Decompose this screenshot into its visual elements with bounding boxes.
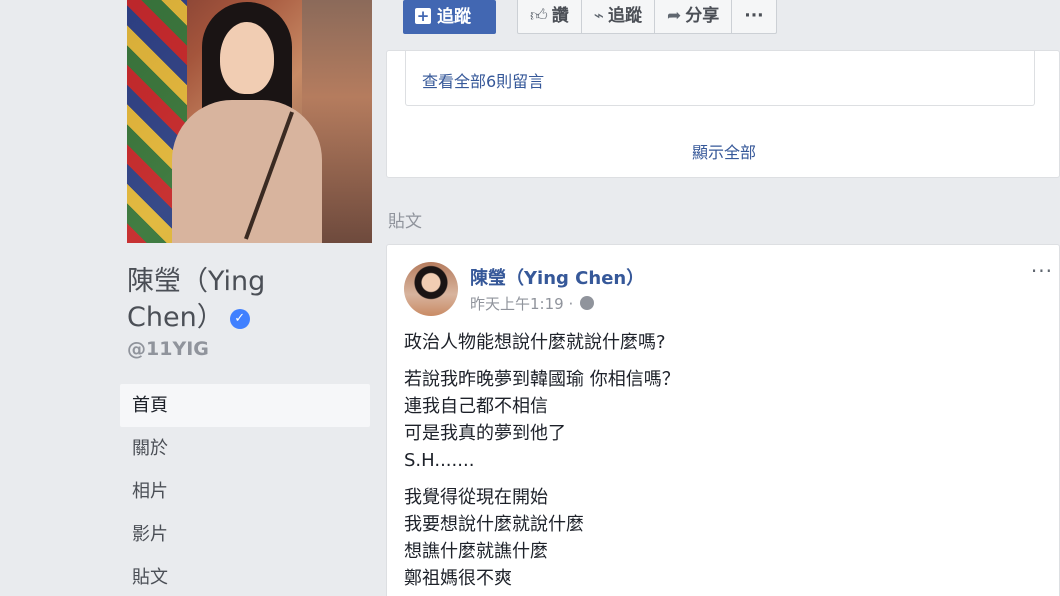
profile-photo[interactable] (127, 0, 372, 243)
post-line: 我要想說什麼就說什麼 (404, 514, 584, 535)
post-line: 連我自己都不相信 (404, 396, 548, 417)
photo-person (172, 0, 322, 243)
page-handle[interactable]: @11YIG (127, 338, 209, 360)
post-author-link[interactable]: 陳瑩（Ying Chen） (470, 264, 644, 290)
like-button[interactable]: 👍︎ 讚 (518, 0, 582, 33)
share-button[interactable]: ➦ 分享 (655, 0, 733, 33)
avatar[interactable] (404, 262, 458, 316)
post-paragraph: 政治人物能想說什麼就說什麼嗎? (404, 329, 1024, 356)
post-paragraph: 我覺得從現在開始 我要想說什麼就說什麼 想譙什麼就譙什麼 鄭祖媽很不爽 (404, 484, 1024, 592)
nav-item-videos[interactable]: 影片 (120, 513, 370, 556)
rss-icon: ⌁ (593, 6, 605, 26)
share-arrow-icon: ➦ (667, 6, 682, 26)
post-line: 若說我昨晚夢到韓國瑜 你相信嗎？ (404, 369, 680, 390)
nav-item-about[interactable]: 關於 (120, 427, 370, 470)
verified-badge-icon: ✓ (229, 309, 250, 329)
nav-item-posts[interactable]: 貼文 (120, 556, 370, 596)
show-all-link[interactable]: 顯示全部 (387, 139, 1060, 163)
follow-primary-button[interactable]: + 追蹤 (403, 0, 496, 34)
view-all-comments-link[interactable]: 查看全部6則留言 (405, 51, 1035, 106)
page-nav: 首頁 關於 相片 影片 貼文 (120, 384, 370, 596)
follow-label: 追蹤 (608, 6, 643, 26)
comments-card: 查看全部6則留言 顯示全部 (386, 50, 1060, 178)
post-line: 想譙什麼就譙什麼 (404, 541, 548, 562)
nav-item-photos[interactable]: 相片 (120, 470, 370, 513)
post-line: 可是我真的夢到他了 (404, 423, 566, 444)
post-card: 陳瑩（Ying Chen） 昨天上午1:19 · ··· 政治人物能想說什麼就說… (386, 244, 1060, 596)
page-title: 陳瑩（Ying Chen） ✓ (127, 264, 357, 336)
post-time: 昨天上午1:19 · (470, 295, 578, 313)
post-options-button[interactable]: ··· (1031, 259, 1053, 283)
nav-item-home[interactable]: 首頁 (120, 384, 370, 427)
globe-icon (580, 296, 594, 310)
follow-primary-label: 追蹤 (437, 7, 471, 27)
post-timestamp[interactable]: 昨天上午1:19 · (470, 293, 594, 314)
post-line: 政治人物能想說什麼就說什麼嗎? (404, 332, 666, 353)
post-line: 我覺得從現在開始 (404, 487, 548, 508)
thumbs-up-icon: 👍︎ (530, 6, 548, 26)
like-label: 讚 (551, 6, 569, 26)
plus-icon: + (415, 7, 431, 25)
share-label: 分享 (685, 6, 720, 26)
post-paragraph: 若說我昨晚夢到韓國瑜 你相信嗎？ 連我自己都不相信 可是我真的夢到他了 S.H.… (404, 366, 1024, 474)
post-body: 政治人物能想說什麼就說什麼嗎? 若說我昨晚夢到韓國瑜 你相信嗎？ 連我自己都不相… (404, 329, 1024, 596)
post-line: 鄭祖媽很不爽 (404, 568, 512, 589)
post-line: S.H....... (404, 450, 475, 471)
follow-button[interactable]: ⌁ 追蹤 (582, 0, 656, 33)
action-button-group: 👍︎ 讚 ⌁ 追蹤 ➦ 分享 ··· (517, 0, 777, 34)
more-button[interactable]: ··· (732, 0, 775, 33)
posts-section-label: 貼文 (388, 212, 422, 232)
